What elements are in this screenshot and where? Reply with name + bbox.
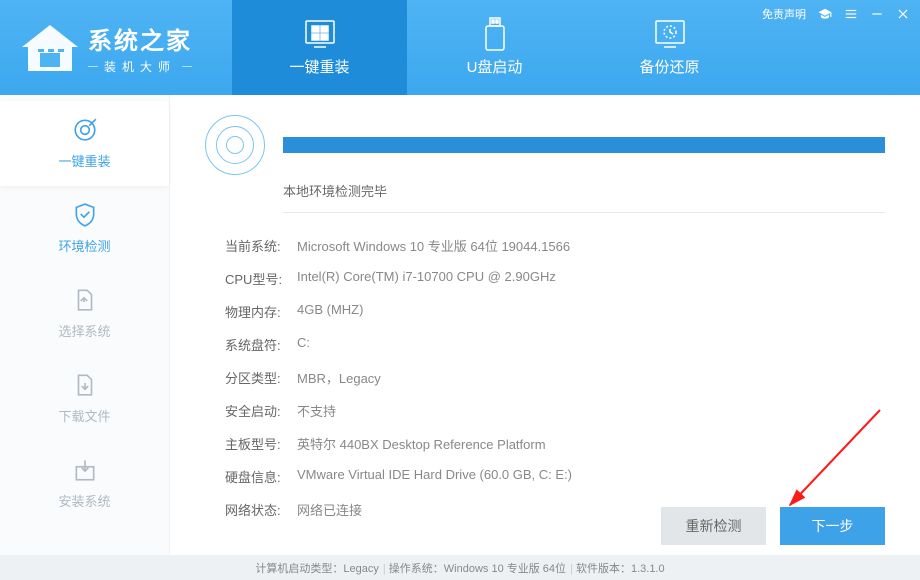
- info-label: 网络状态:: [225, 500, 297, 519]
- progress-row: [205, 115, 885, 175]
- footer: 计算机启动类型：Legacy 操作系统：Windows 10 专业版 64位 软…: [0, 555, 920, 580]
- info-label: 物理内存:: [225, 302, 297, 321]
- sidebar-item-label: 选择系统: [58, 321, 110, 340]
- main-tabs: 一键重装 U盘启动 备份还原: [232, 0, 757, 95]
- content: 本地环境检测完毕 当前系统: Microsoft Windows 10 专业版 …: [170, 95, 920, 555]
- target-icon: [72, 117, 98, 143]
- footer-boot-type: 计算机启动类型：Legacy: [255, 560, 378, 576]
- graduate-icon[interactable]: [818, 7, 832, 21]
- info-label: 分区类型:: [225, 368, 297, 387]
- tab-backup[interactable]: 备份还原: [582, 0, 757, 95]
- info-label: 硬盘信息:: [225, 467, 297, 486]
- sidebar: 一键重装 环境检测 选择系统 下载文件: [0, 95, 170, 555]
- info-row-sysdisk: 系统盘符: C:: [225, 328, 885, 361]
- windows-icon: [300, 18, 340, 50]
- info-value: VMware Virtual IDE Hard Drive (60.0 GB, …: [297, 467, 572, 486]
- logo-title: 系统之家: [88, 21, 192, 56]
- sidebar-item-reinstall[interactable]: 一键重装: [0, 101, 169, 186]
- info-value: Microsoft Windows 10 专业版 64位 19044.1566: [297, 236, 570, 255]
- info-row-os: 当前系统: Microsoft Windows 10 专业版 64位 19044…: [225, 229, 885, 262]
- disclaimer-link[interactable]: 免责声明: [762, 6, 806, 22]
- info-value: C:: [297, 335, 310, 354]
- info-value: MBR，Legacy: [297, 368, 381, 387]
- info-row-disk: 硬盘信息: VMware Virtual IDE Hard Drive (60.…: [225, 460, 885, 493]
- radar-icon: [205, 115, 265, 175]
- next-button[interactable]: 下一步: [780, 507, 885, 545]
- close-icon[interactable]: [896, 7, 910, 21]
- action-buttons: 重新检测 下一步: [661, 507, 885, 545]
- sidebar-item-selectos[interactable]: 选择系统: [0, 271, 169, 356]
- tab-label: U盘启动: [467, 56, 523, 77]
- info-row-mem: 物理内存: 4GB (MHZ): [225, 295, 885, 328]
- house-logo-icon: [20, 23, 80, 73]
- tab-reinstall[interactable]: 一键重装: [232, 0, 407, 95]
- sidebar-item-download[interactable]: 下载文件: [0, 356, 169, 441]
- sidebar-item-label: 下载文件: [58, 406, 110, 425]
- info-value: 英特尔 440BX Desktop Reference Platform: [297, 434, 546, 453]
- info-value: 不支持: [297, 401, 336, 420]
- info-label: 系统盘符:: [225, 335, 297, 354]
- backup-icon: [650, 18, 690, 50]
- sidebar-item-label: 一键重装: [58, 151, 110, 170]
- body: 一键重装 环境检测 选择系统 下载文件: [0, 95, 920, 555]
- logo: 系统之家 装机大师: [0, 21, 192, 75]
- tab-label: 一键重装: [289, 56, 349, 77]
- sidebar-item-label: 环境检测: [58, 236, 110, 255]
- tab-label: 备份还原: [639, 56, 699, 77]
- status-text: 本地环境检测完毕: [283, 181, 885, 213]
- info-label: 当前系统:: [225, 236, 297, 255]
- file-icon: [72, 287, 98, 313]
- info-value: 网络已连接: [297, 500, 362, 519]
- sidebar-item-install[interactable]: 安装系统: [0, 441, 169, 526]
- header: 免责声明 系统之家 装机大师: [0, 0, 920, 95]
- info-label: 主板型号:: [225, 434, 297, 453]
- footer-version: 软件版本：1.3.1.0: [570, 560, 665, 576]
- shield-check-icon: [72, 202, 98, 228]
- info-row-motherboard: 主板型号: 英特尔 440BX Desktop Reference Platfo…: [225, 427, 885, 460]
- minimize-icon[interactable]: [870, 7, 884, 21]
- tab-usb[interactable]: U盘启动: [407, 0, 582, 95]
- info-value: 4GB (MHZ): [297, 302, 363, 321]
- info-row-partition: 分区类型: MBR，Legacy: [225, 361, 885, 394]
- logo-subtitle: 装机大师: [88, 58, 192, 75]
- sidebar-item-label: 安装系统: [58, 491, 110, 510]
- info-value: Intel(R) Core(TM) i7-10700 CPU @ 2.90GHz: [297, 269, 556, 288]
- download-file-icon: [72, 372, 98, 398]
- info-label: 安全启动:: [225, 401, 297, 420]
- install-box-icon: [72, 457, 98, 483]
- menu-icon[interactable]: [844, 7, 858, 21]
- sidebar-item-envcheck[interactable]: 环境检测: [0, 186, 169, 271]
- top-bar: 免责声明: [762, 6, 910, 22]
- info-row-cpu: CPU型号: Intel(R) Core(TM) i7-10700 CPU @ …: [225, 262, 885, 295]
- recheck-button[interactable]: 重新检测: [661, 507, 766, 545]
- usb-icon: [483, 18, 507, 50]
- info-row-secureboot: 安全启动: 不支持: [225, 394, 885, 427]
- info-label: CPU型号:: [225, 269, 297, 288]
- info-list: 当前系统: Microsoft Windows 10 专业版 64位 19044…: [225, 229, 885, 526]
- footer-os: 操作系统：Windows 10 专业版 64位: [383, 560, 566, 576]
- progress-bar: [283, 137, 885, 153]
